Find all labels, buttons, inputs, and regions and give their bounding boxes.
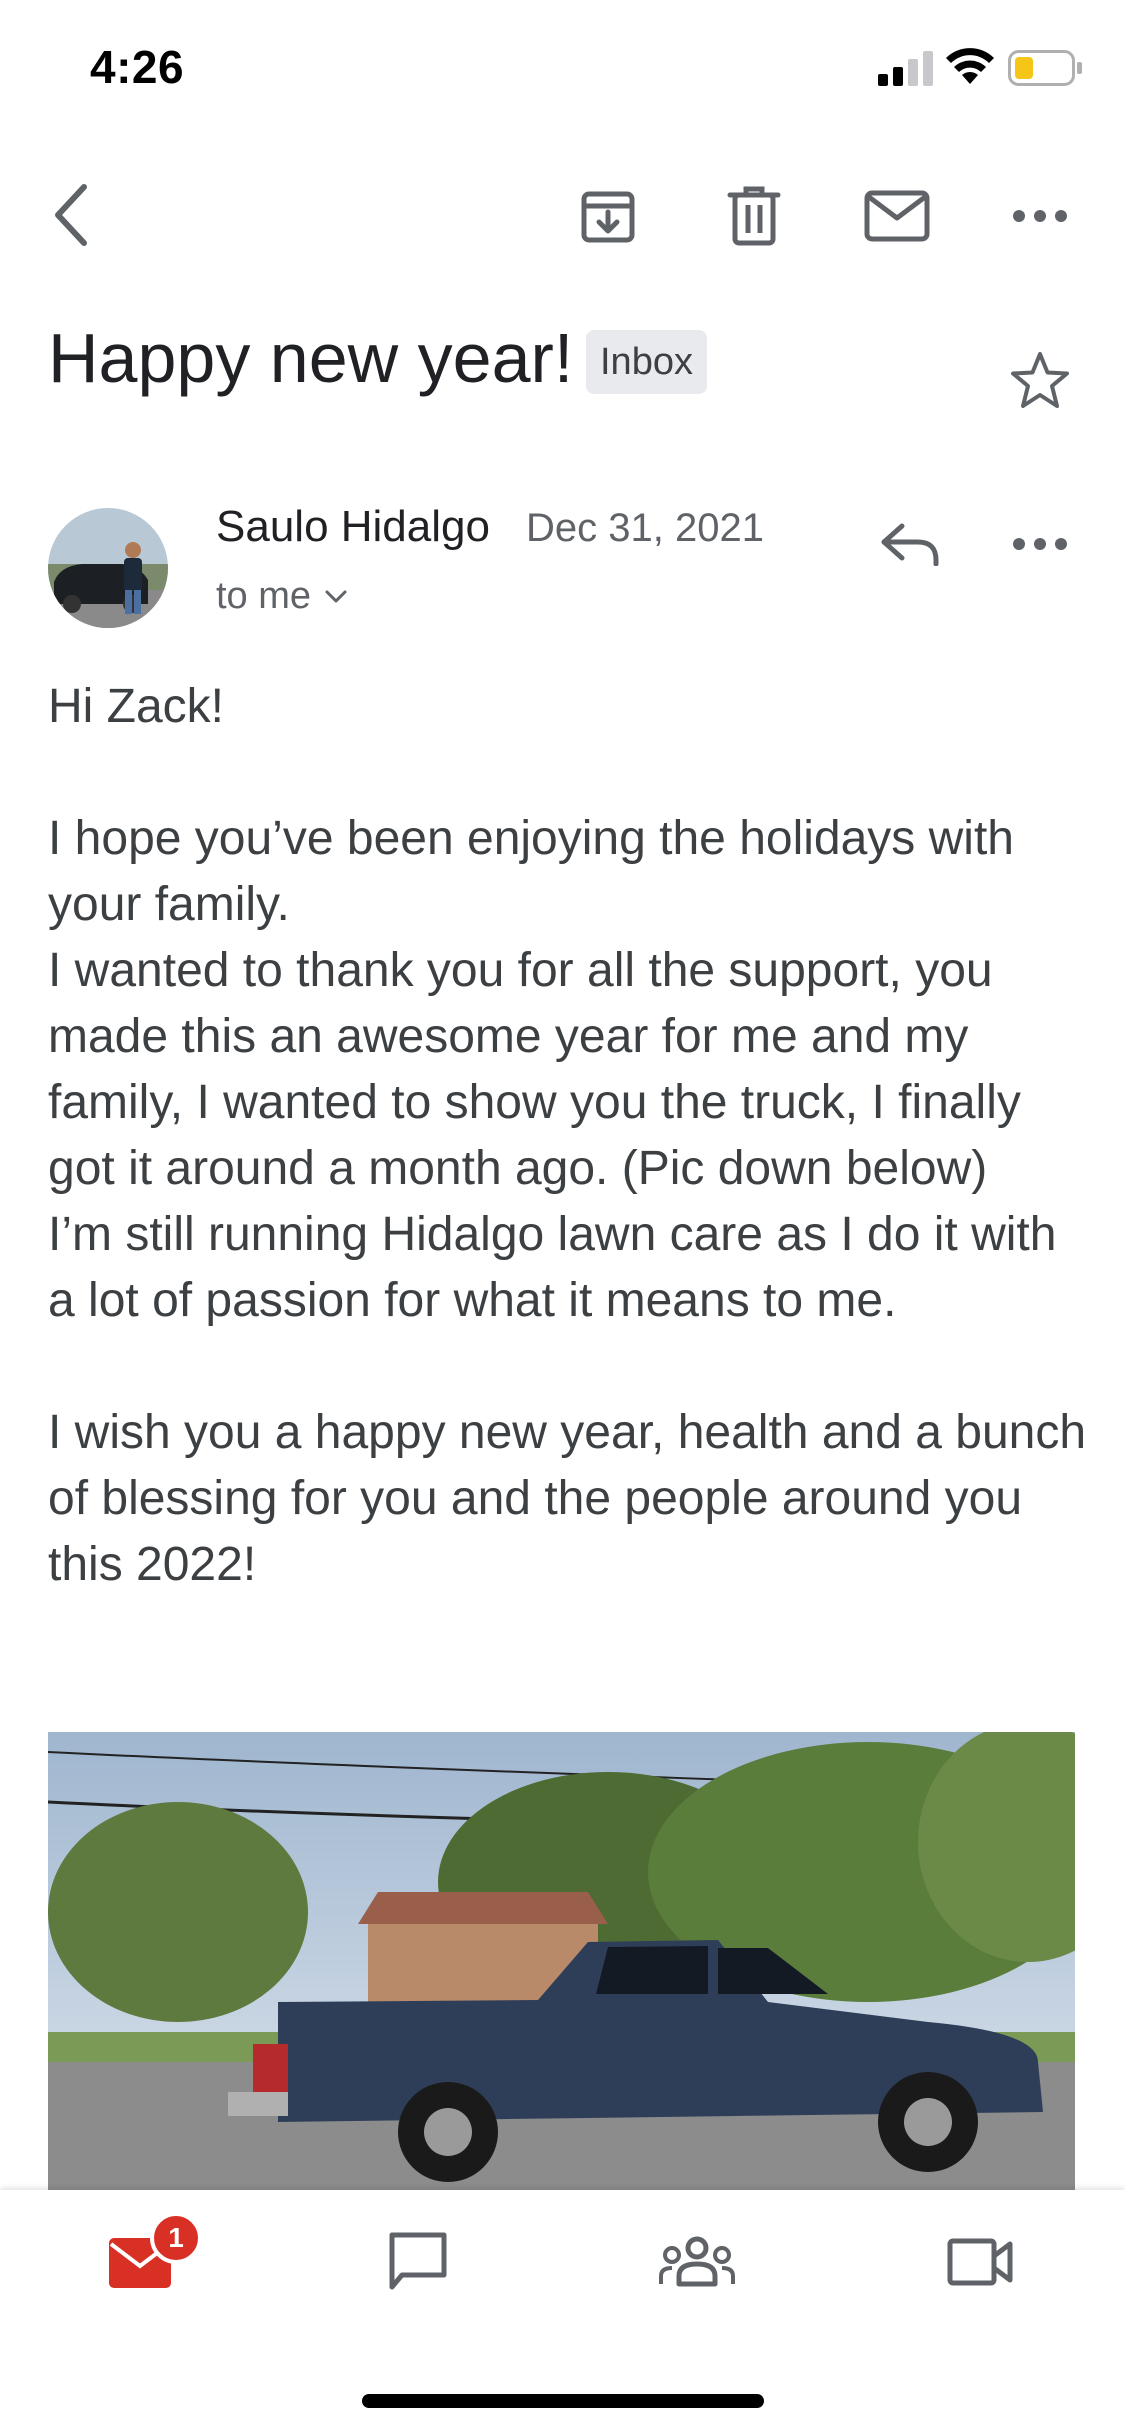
email-date: Dec 31, 2021 <box>526 506 764 550</box>
back-icon[interactable] <box>40 180 100 250</box>
message-more-icon[interactable] <box>1004 508 1076 580</box>
archive-icon[interactable] <box>572 180 644 252</box>
cellular-signal-icon <box>878 50 934 86</box>
mail-unread-badge: 1 <box>150 2212 202 2264</box>
sender-avatar[interactable] <box>48 508 168 628</box>
meet-icon[interactable] <box>938 2226 1022 2298</box>
spaces-icon[interactable] <box>652 2226 742 2298</box>
home-indicator <box>362 2394 764 2408</box>
inbox-label-chip[interactable]: Inbox <box>586 330 707 394</box>
email-body: Hi Zack! I hope you’ve been enjoying the… <box>48 680 1087 1591</box>
email-subject: Happy new year! <box>48 319 574 397</box>
reply-icon[interactable] <box>870 508 950 580</box>
wifi-icon <box>944 46 996 86</box>
recipient-label: to me <box>216 575 312 617</box>
status-time: 4:26 <box>90 41 185 93</box>
battery-icon <box>1008 50 1084 86</box>
chevron-down-icon <box>325 590 347 604</box>
mark-unread-icon[interactable] <box>860 180 934 252</box>
star-icon[interactable] <box>1004 344 1076 416</box>
attached-truck-photo[interactable] <box>48 1732 1075 2192</box>
delete-icon[interactable] <box>718 180 790 252</box>
more-icon[interactable] <box>1004 180 1076 252</box>
recipient-row[interactable]: to me <box>216 575 347 618</box>
sender-name: Saulo Hidalgo <box>216 502 490 551</box>
chat-icon[interactable] <box>378 2226 458 2298</box>
